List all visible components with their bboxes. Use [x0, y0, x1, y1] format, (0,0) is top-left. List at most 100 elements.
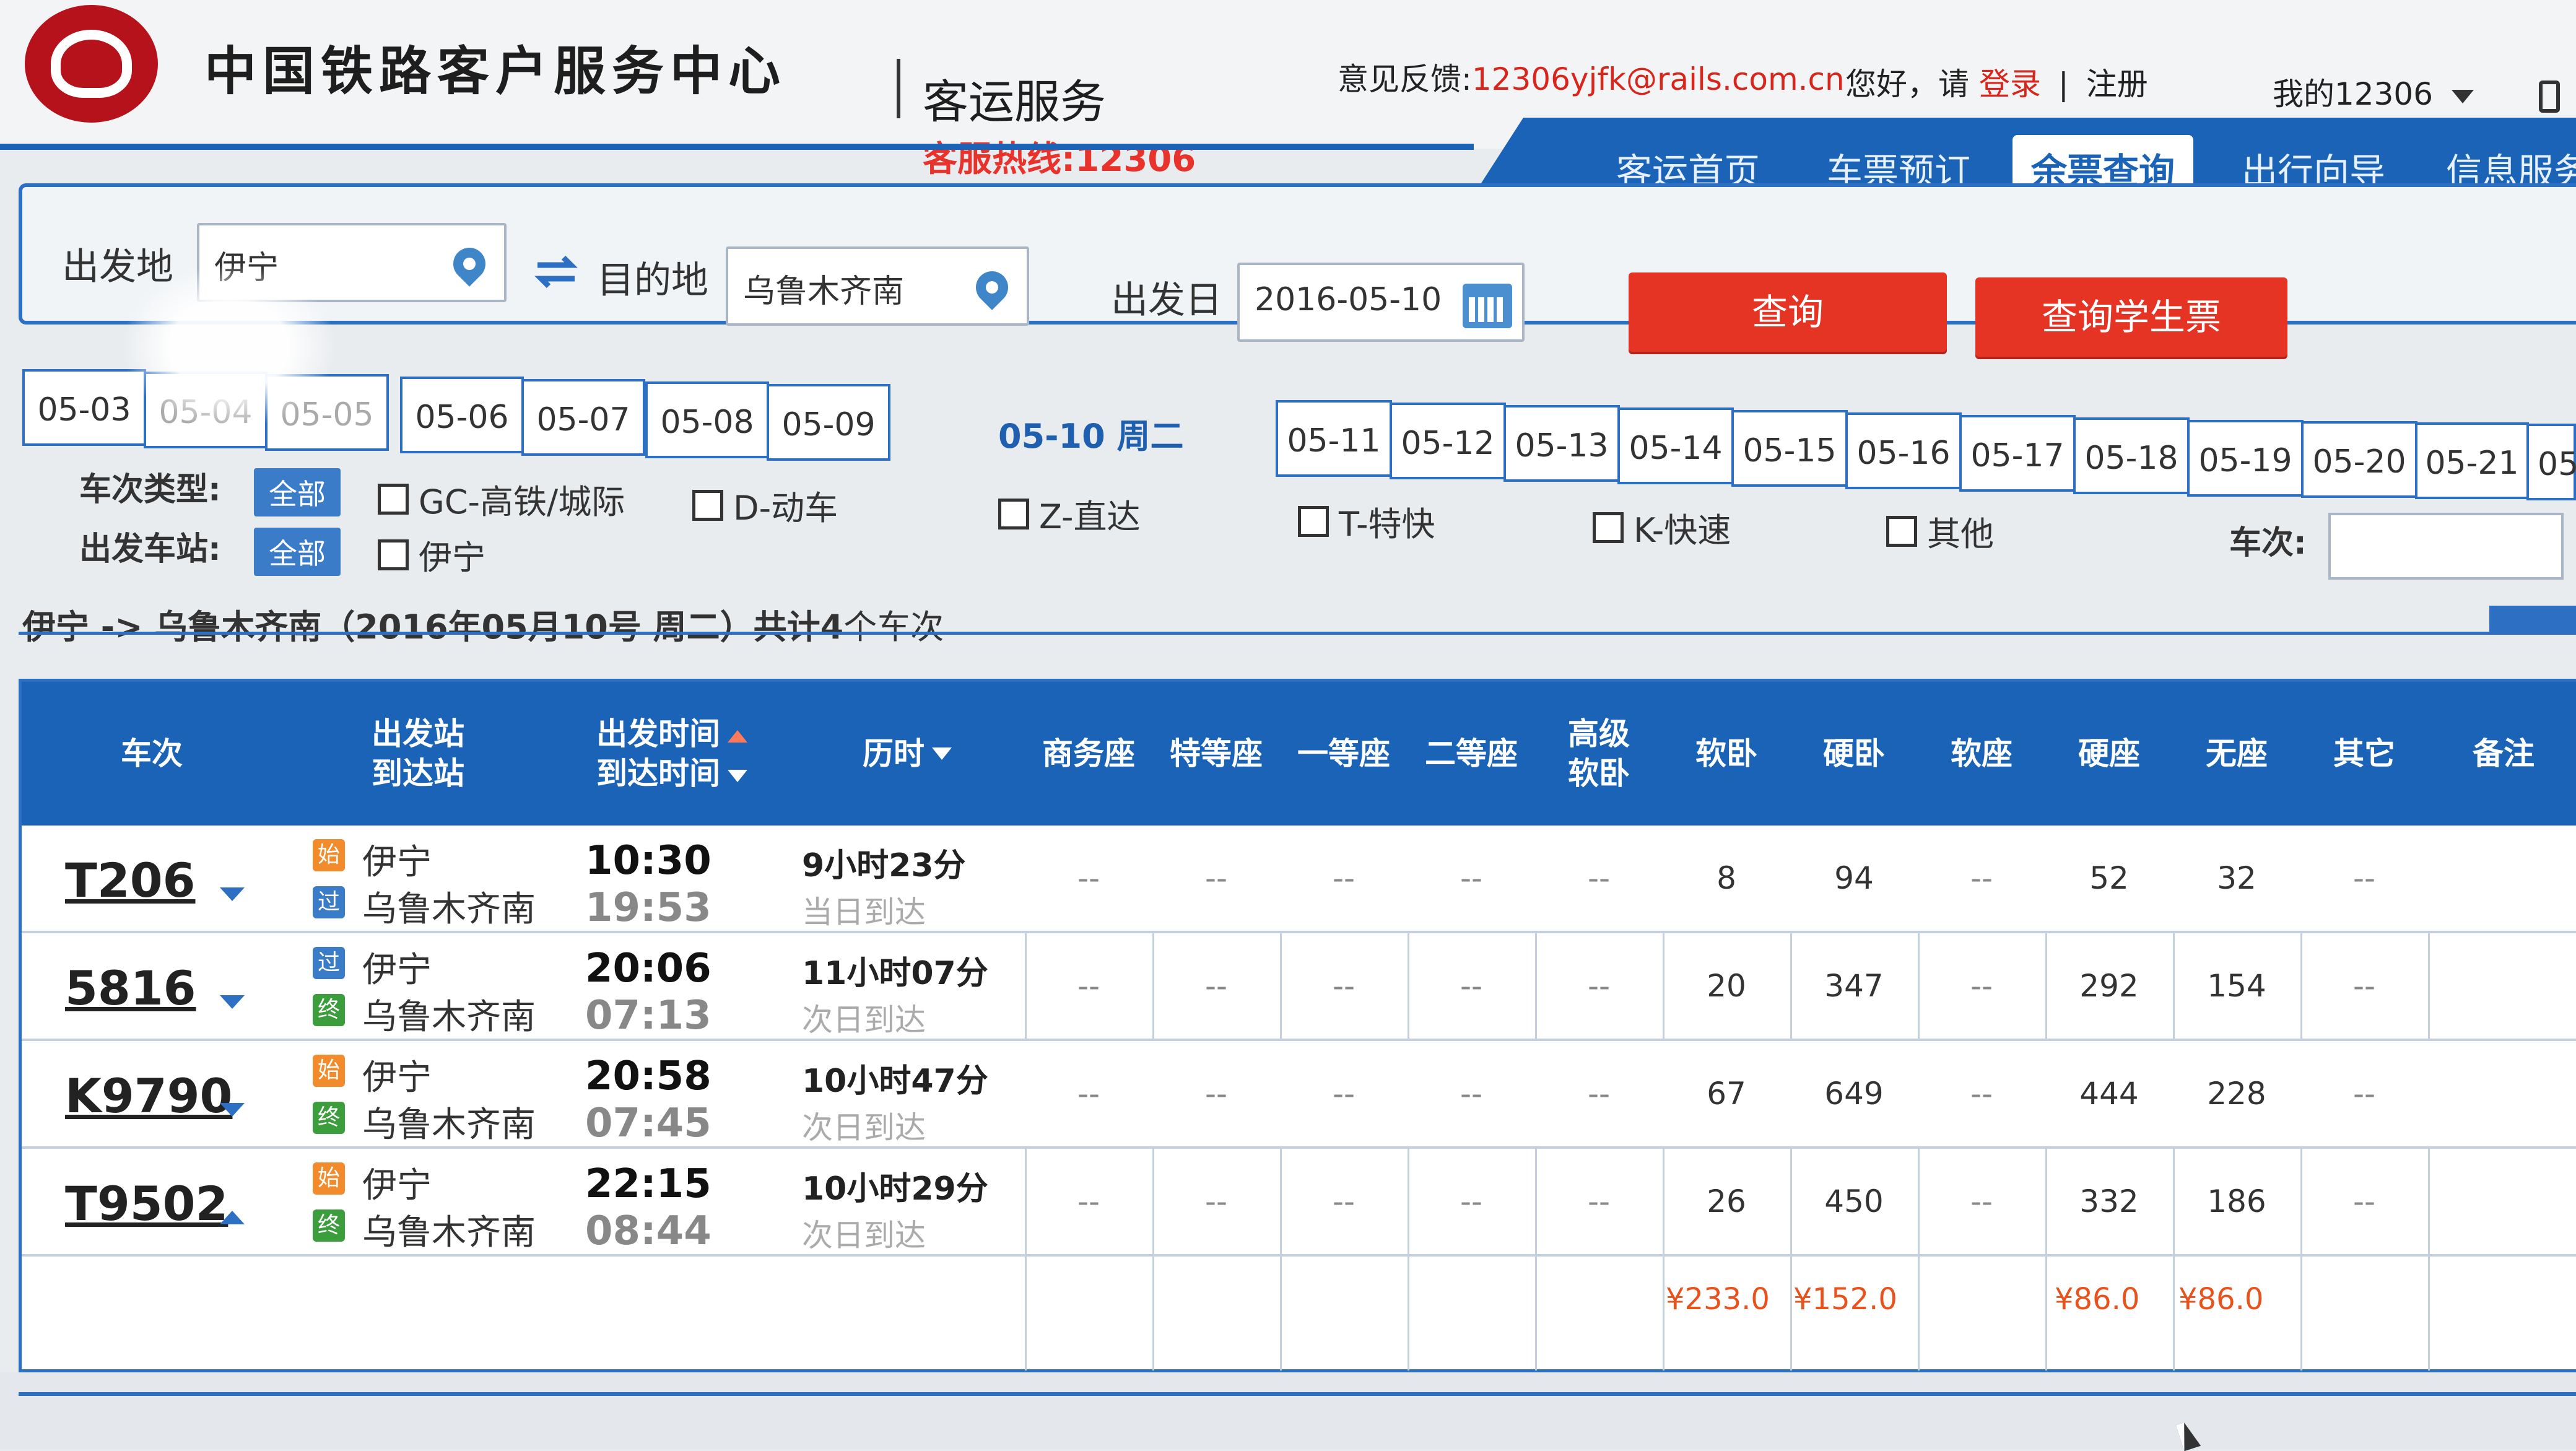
- date-tab[interactable]: 05: [2526, 424, 2576, 500]
- departure-time: 20:06: [585, 946, 711, 991]
- seat-second: --: [1460, 860, 1483, 896]
- train-no-input[interactable]: [2328, 513, 2564, 580]
- date-value: 2016-05-10: [1255, 281, 1442, 318]
- filter-k[interactable]: K-快速: [1593, 503, 1731, 552]
- window-icon[interactable]: [2539, 81, 2560, 113]
- col-deluxe: 高级 软卧: [1568, 716, 1630, 791]
- feedback-email-link[interactable]: 12306yjfk@rails.com.cn: [1472, 61, 1845, 97]
- train-number-link[interactable]: T9502: [65, 1176, 228, 1231]
- register-link[interactable]: 注册: [2086, 66, 2148, 102]
- filter-gc[interactable]: GC-高铁/城际: [378, 474, 625, 523]
- date-tab[interactable]: 05-18: [2073, 417, 2190, 494]
- seat-hard-sleeper[interactable]: 347: [1790, 933, 1918, 1039]
- summary-route: 伊宁 -> 乌鲁木齐南（2016年05月10号 周二）共计: [22, 608, 820, 647]
- filter-d[interactable]: D-动车: [692, 481, 838, 529]
- calendar-icon[interactable]: [1463, 284, 1512, 328]
- seat-hard-seat[interactable]: 52: [2045, 826, 2173, 931]
- chevron-down-icon[interactable]: [220, 995, 245, 1009]
- arrival-time: 07:45: [585, 1100, 711, 1146]
- seat-hard-sleeper[interactable]: 94: [1790, 826, 1918, 931]
- date-tab[interactable]: 05-11: [1276, 400, 1392, 477]
- collapse-toggle[interactable]: [2489, 606, 2576, 634]
- selected-date[interactable]: 05-10 周二: [998, 409, 1184, 458]
- train-number-link[interactable]: K9790: [65, 1068, 232, 1123]
- chevron-up-icon[interactable]: [220, 1211, 245, 1224]
- filter-other[interactable]: 其他: [1886, 507, 1994, 556]
- from-station: 伊宁: [362, 950, 432, 990]
- student-query-button[interactable]: 查询学生票: [1975, 277, 2287, 357]
- col-soft-seat: 软座: [1951, 736, 2012, 772]
- seat-second: --: [1460, 1183, 1483, 1219]
- seat-first: --: [1332, 1076, 1355, 1112]
- hotline: 客服热线:12306: [923, 139, 1196, 180]
- filter-t[interactable]: T-特快: [1298, 497, 1435, 546]
- station-label: 出发车站:: [79, 531, 221, 568]
- my-account-menu[interactable]: 我的12306: [2273, 69, 2474, 114]
- date-tab[interactable]: 05-19: [2187, 420, 2304, 497]
- date-tab[interactable]: 05-13: [1503, 405, 1620, 482]
- map-pin-icon[interactable]: [969, 264, 1015, 310]
- to-input[interactable]: 乌鲁木齐南: [726, 246, 1029, 326]
- col-time[interactable]: 出发时间 到达时间: [554, 682, 790, 826]
- date-tab[interactable]: 05-17: [1959, 415, 2076, 492]
- filter-station[interactable]: 伊宁: [378, 530, 485, 579]
- logo-icon[interactable]: [25, 5, 158, 123]
- station-all[interactable]: 全部: [254, 528, 341, 576]
- date-tab[interactable]: 05-07: [521, 379, 645, 456]
- map-pin-icon[interactable]: [446, 241, 492, 287]
- train-number-link[interactable]: 5816: [65, 961, 196, 1016]
- swap-icon[interactable]: [531, 253, 581, 290]
- date-tab[interactable]: 05-14: [1617, 407, 1734, 484]
- seat-hard-seat[interactable]: 292: [2045, 933, 2173, 1039]
- col-soft-sleeper: 软卧: [1695, 736, 1757, 772]
- col-second: 二等座: [1425, 736, 1518, 772]
- seat-hard-seat[interactable]: 332: [2045, 1149, 2173, 1254]
- seat-hard-sleeper[interactable]: 450: [1790, 1149, 1918, 1254]
- date-tab[interactable]: 05-21: [2415, 422, 2529, 499]
- seat-soft-sleeper[interactable]: 8: [1663, 826, 1790, 931]
- sort-down-icon[interactable]: [932, 747, 952, 760]
- date-input[interactable]: 2016-05-10: [1237, 263, 1525, 342]
- date-tab[interactable]: 05-16: [1845, 412, 1962, 489]
- station-type-icon: 始: [313, 1055, 345, 1087]
- table-row[interactable]: 5816 过 伊宁 终 乌鲁木齐南 20:06 07:13 11小时07分 次日…: [22, 933, 2576, 1041]
- seat-no-seat[interactable]: 32: [2173, 826, 2300, 931]
- seat-no-seat[interactable]: 228: [2173, 1041, 2300, 1146]
- chevron-down-icon[interactable]: [220, 887, 245, 901]
- seat-first: --: [1332, 1183, 1355, 1219]
- filter-z[interactable]: Z-直达: [998, 489, 1141, 538]
- seat-hard-seat[interactable]: 444: [2045, 1041, 2173, 1146]
- duration: 9小时23分: [802, 847, 966, 884]
- seat-soft-sleeper[interactable]: 26: [1663, 1149, 1790, 1254]
- date-tab[interactable]: 05-08: [645, 381, 769, 458]
- col-train: 车次: [121, 736, 183, 772]
- col-duration[interactable]: 历时: [790, 682, 1025, 826]
- seat-soft-seat: --: [1970, 860, 1993, 896]
- query-button[interactable]: 查询: [1629, 272, 1947, 352]
- arrive-day: 次日到达: [802, 1002, 926, 1038]
- train-type-all[interactable]: 全部: [254, 468, 341, 516]
- date-tab[interactable]: 05-20: [2301, 421, 2417, 498]
- chevron-down-icon[interactable]: [220, 1103, 245, 1117]
- date-tab[interactable]: 05-12: [1390, 403, 1506, 479]
- seat-no-seat[interactable]: 154: [2173, 933, 2300, 1039]
- summary-count: 4: [820, 608, 844, 647]
- arrive-day: 当日到达: [802, 894, 926, 930]
- seat-soft-seat: --: [1970, 1076, 1993, 1112]
- login-link[interactable]: 登录: [1979, 66, 2041, 102]
- sort-up-icon[interactable]: [728, 730, 747, 743]
- table-row[interactable]: T9502 始 伊宁 终 乌鲁木齐南 22:15 08:44 10小时29分 次…: [22, 1149, 2576, 1257]
- train-number-link[interactable]: T206: [65, 853, 195, 908]
- seat-soft-sleeper[interactable]: 67: [1663, 1041, 1790, 1146]
- date-tab[interactable]: 05-15: [1731, 410, 1848, 487]
- seat-hard-sleeper[interactable]: 649: [1790, 1041, 1918, 1146]
- date-tab[interactable]: 05-06: [400, 377, 524, 453]
- col-hard-sleeper: 硬卧: [1823, 736, 1885, 772]
- seat-no-seat[interactable]: 186: [2173, 1149, 2300, 1254]
- seat-soft-sleeper[interactable]: 20: [1663, 933, 1790, 1039]
- table-row[interactable]: K9790 始 伊宁 终 乌鲁木齐南 20:58 07:45 10小时47分 次…: [22, 1041, 2576, 1149]
- to-station: 乌鲁木齐南: [362, 1105, 536, 1145]
- table-row[interactable]: T206 始 伊宁 过 乌鲁木齐南 10:30 19:53 9小时23分 当日到…: [22, 826, 2576, 933]
- date-tab[interactable]: 05-09: [767, 384, 890, 461]
- sort-down-icon[interactable]: [728, 769, 747, 782]
